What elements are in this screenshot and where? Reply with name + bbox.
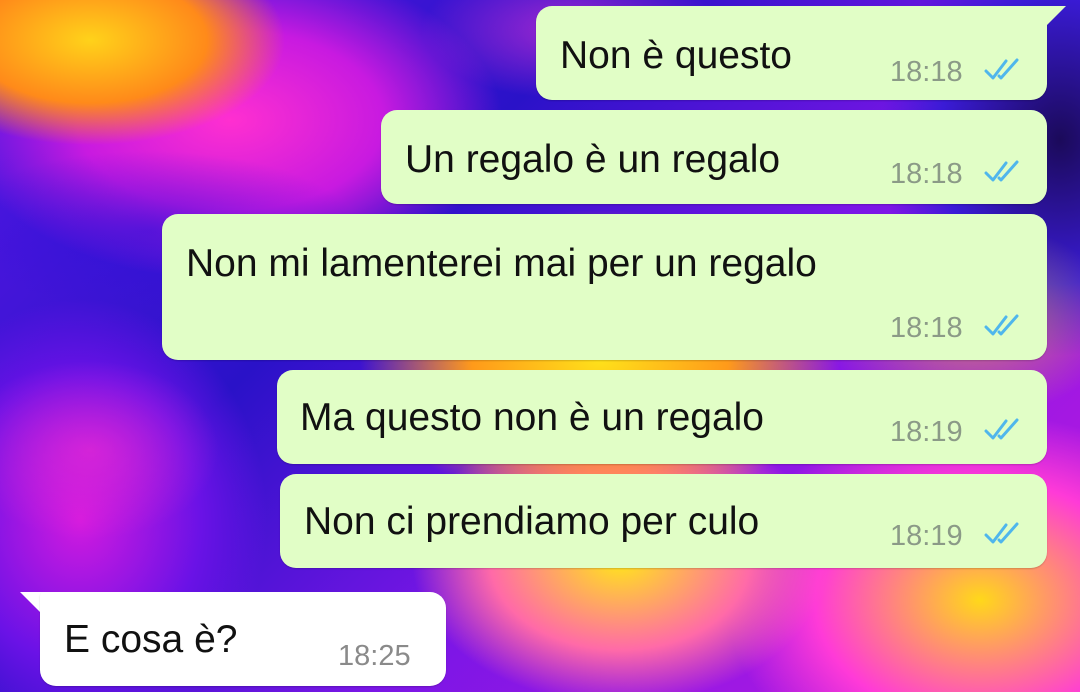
message-bubble-outgoing[interactable]: Non è questo 18:18 — [536, 6, 1047, 100]
message-bubble-outgoing[interactable]: Non mi lamenterei mai per un regalo 18:1… — [162, 214, 1047, 360]
message-time: 18:19 — [890, 520, 963, 552]
double-check-icon — [984, 418, 1019, 440]
message-bubble-outgoing[interactable]: Non ci prendiamo per culo 18:19 — [280, 474, 1047, 568]
wallpaper-swirl — [0, 360, 220, 540]
message-text: Non è questo — [560, 34, 793, 77]
message-time: 18:18 — [890, 56, 963, 88]
message-time: 18:25 — [338, 640, 411, 672]
message-text: Ma questo non è un regalo — [300, 396, 765, 439]
message-time: 18:19 — [890, 416, 963, 448]
message-text: E cosa è? — [64, 618, 238, 661]
message-bubble-outgoing[interactable]: Un regalo è un regalo 18:18 — [381, 110, 1047, 204]
bubble-tail — [1036, 6, 1066, 32]
double-check-icon — [984, 160, 1019, 182]
message-bubble-incoming[interactable]: E cosa è? 18:25 — [40, 592, 446, 686]
double-check-icon — [984, 314, 1019, 336]
message-time: 18:18 — [890, 158, 963, 190]
message-text: Un regalo è un regalo — [405, 138, 781, 181]
message-bubble-outgoing[interactable]: Ma questo non è un regalo 18:19 — [277, 370, 1047, 464]
message-text: Non mi lamenterei mai per un regalo — [186, 242, 817, 285]
double-check-icon — [984, 58, 1019, 80]
double-check-icon — [984, 522, 1019, 544]
message-text: Non ci prendiamo per culo — [304, 500, 760, 543]
message-time: 18:18 — [890, 312, 963, 344]
